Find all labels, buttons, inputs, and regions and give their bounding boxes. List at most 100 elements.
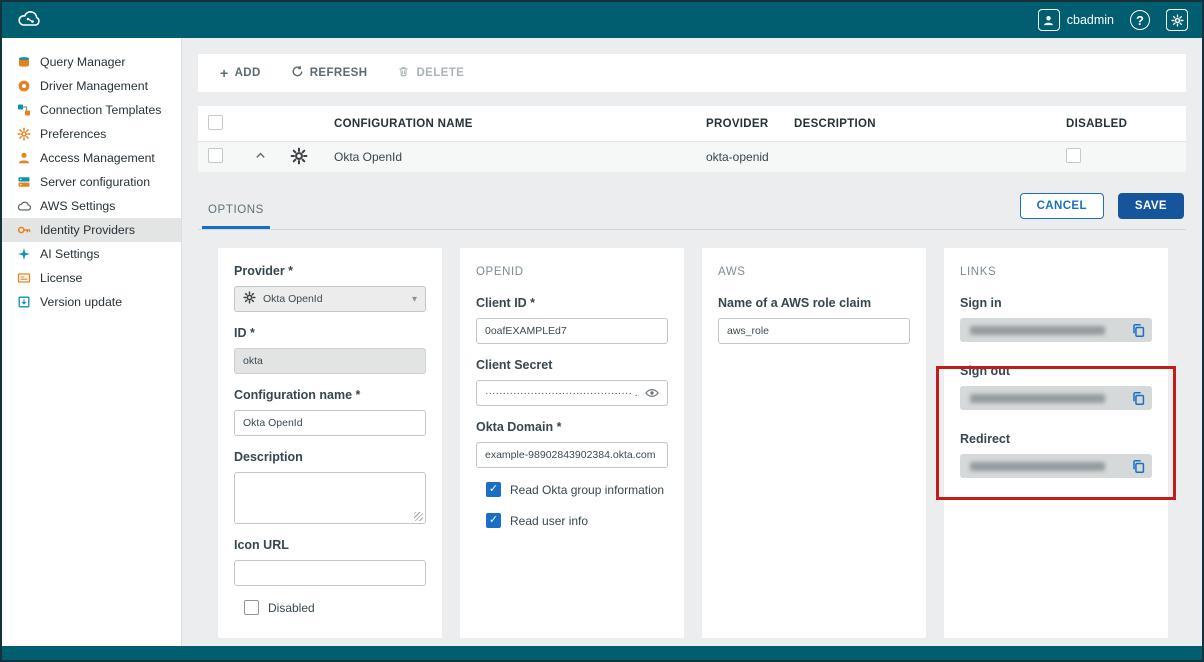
sidebar-item-label: Preferences bbox=[40, 127, 106, 141]
id-label: ID * bbox=[234, 326, 426, 340]
user-menu[interactable]: cbadmin bbox=[1038, 9, 1114, 31]
links-panel-title: LINKS bbox=[960, 266, 1152, 278]
provider-select[interactable]: Okta OpenId ▾ bbox=[234, 286, 426, 312]
client-secret-label: Client Secret bbox=[476, 358, 668, 372]
sidebar-item-query-manager[interactable]: Query Manager bbox=[2, 50, 181, 74]
sidebar-item-label: Query Manager bbox=[40, 55, 125, 69]
key-icon bbox=[16, 223, 31, 238]
username-label: cbadmin bbox=[1067, 13, 1114, 27]
redacted-url-text bbox=[970, 326, 1105, 335]
read-okta-group-checkbox[interactable] bbox=[486, 482, 501, 497]
sidebar-item-version-update[interactable]: Version update bbox=[2, 290, 181, 314]
description-label: Description bbox=[234, 450, 426, 464]
aws-role-claim-field[interactable]: aws_role bbox=[718, 318, 910, 344]
row-checkbox[interactable] bbox=[208, 148, 223, 163]
copy-icon[interactable] bbox=[1131, 459, 1146, 474]
sparkle-icon bbox=[16, 247, 31, 262]
openid-panel-title: OPENID bbox=[476, 266, 668, 278]
help-icon[interactable]: ? bbox=[1130, 10, 1150, 30]
delete-button[interactable]: DELETE bbox=[397, 65, 464, 81]
sidebar-item-connection-templates[interactable]: Connection Templates bbox=[2, 98, 181, 122]
add-button-label: ADD bbox=[235, 67, 261, 79]
sidebar-item-label: Connection Templates bbox=[40, 103, 161, 117]
client-secret-field[interactable]: ········································… bbox=[476, 380, 668, 406]
tab-bar: OPTIONS CANCEL SAVE bbox=[198, 190, 1186, 230]
description-field[interactable] bbox=[234, 472, 426, 524]
person-icon bbox=[16, 151, 31, 166]
refresh-button[interactable]: REFRESH bbox=[291, 65, 368, 81]
sidebar-item-preferences[interactable]: Preferences bbox=[2, 122, 181, 146]
read-user-info-label: Read user info bbox=[510, 514, 588, 528]
redacted-url-text bbox=[970, 462, 1105, 471]
collapse-row-button[interactable] bbox=[254, 149, 290, 165]
column-header-provider: PROVIDER bbox=[706, 118, 794, 130]
configuration-name-label: Configuration name * bbox=[234, 388, 426, 402]
delete-button-label: DELETE bbox=[416, 67, 464, 79]
okta-logo-icon bbox=[243, 291, 256, 307]
row-disabled-checkbox[interactable] bbox=[1066, 148, 1081, 163]
read-user-info-checkbox[interactable] bbox=[486, 513, 501, 528]
options-panels: Provider * Okta OpenId ▾ ID * okta Confi… bbox=[198, 248, 1186, 638]
table-header-row: CONFIGURATION NAME PROVIDER DESCRIPTION … bbox=[198, 106, 1186, 142]
sidebar-item-ai-settings[interactable]: AI Settings bbox=[2, 242, 181, 266]
sidebar-item-access-management[interactable]: Access Management bbox=[2, 146, 181, 170]
okta-domain-field[interactable]: example-98902843902384.okta.com bbox=[476, 442, 668, 468]
toolbar: + ADD REFRESH DELETE bbox=[198, 54, 1186, 92]
copy-icon[interactable] bbox=[1131, 323, 1146, 338]
sidebar-item-label: AWS Settings bbox=[40, 199, 115, 213]
sign-out-url-field bbox=[960, 386, 1152, 410]
plus-icon: + bbox=[220, 65, 229, 81]
bottom-bar bbox=[2, 646, 1202, 660]
aws-role-claim-label: Name of a AWS role claim bbox=[718, 296, 910, 310]
sidebar-item-identity-providers[interactable]: Identity Providers bbox=[2, 218, 181, 242]
icon-url-field[interactable] bbox=[234, 560, 426, 586]
sidebar-item-label: Identity Providers bbox=[40, 223, 135, 237]
eye-icon[interactable] bbox=[645, 386, 659, 400]
cancel-button[interactable]: CANCEL bbox=[1020, 193, 1104, 219]
driver-icon bbox=[16, 79, 31, 94]
main-content: + ADD REFRESH DELETE CONFIGURATION NAME bbox=[182, 38, 1202, 646]
table-row[interactable]: Okta OpenId okta-openid bbox=[198, 142, 1186, 172]
chevron-down-icon: ▾ bbox=[412, 294, 417, 305]
openid-panel: OPENID Client ID * 0oafEXAMPLEd7 Client … bbox=[460, 248, 684, 638]
id-field: okta bbox=[234, 348, 426, 374]
configuration-name-field[interactable]: Okta OpenId bbox=[234, 410, 426, 436]
app-logo-cloud-icon bbox=[16, 8, 46, 33]
links-panel: LINKS Sign in Sign out Redirect bbox=[944, 248, 1168, 638]
settings-icon[interactable] bbox=[1166, 9, 1188, 31]
sign-in-label: Sign in bbox=[960, 296, 1152, 310]
save-button[interactable]: SAVE bbox=[1118, 193, 1184, 219]
redirect-url-field bbox=[960, 454, 1152, 478]
sidebar-item-aws-settings[interactable]: AWS Settings bbox=[2, 194, 181, 218]
connection-icon bbox=[16, 103, 31, 118]
general-panel: Provider * Okta OpenId ▾ ID * okta Confi… bbox=[218, 248, 442, 638]
refresh-button-label: REFRESH bbox=[310, 67, 368, 79]
sidebar-item-server-configuration[interactable]: Server configuration bbox=[2, 170, 181, 194]
select-all-checkbox[interactable] bbox=[208, 115, 223, 130]
client-secret-value: ········································… bbox=[485, 387, 639, 399]
add-button[interactable]: + ADD bbox=[220, 65, 261, 81]
sidebar-item-label: License bbox=[40, 271, 82, 285]
sidebar-item-license[interactable]: License bbox=[2, 266, 181, 290]
disabled-checkbox[interactable] bbox=[244, 600, 259, 615]
column-header-configuration-name: CONFIGURATION NAME bbox=[334, 118, 706, 130]
cloud-icon bbox=[16, 199, 31, 214]
column-header-description: DESCRIPTION bbox=[794, 118, 1066, 130]
aws-panel-title: AWS bbox=[718, 266, 910, 278]
tab-options[interactable]: OPTIONS bbox=[202, 204, 270, 229]
topbar: cbadmin ? bbox=[2, 2, 1202, 38]
okta-logo-icon bbox=[290, 147, 334, 168]
column-header-disabled: DISABLED bbox=[1066, 118, 1186, 130]
license-card-icon bbox=[16, 271, 31, 286]
gear-icon bbox=[16, 127, 31, 142]
chevron-up-icon bbox=[254, 151, 267, 165]
row-provider: okta-openid bbox=[706, 150, 794, 164]
client-id-field[interactable]: 0oafEXAMPLEd7 bbox=[476, 318, 668, 344]
sidebar-item-driver-management[interactable]: Driver Management bbox=[2, 74, 181, 98]
sidebar-item-label: AI Settings bbox=[40, 247, 99, 261]
copy-icon[interactable] bbox=[1131, 391, 1146, 406]
server-icon bbox=[16, 175, 31, 190]
trash-icon bbox=[397, 65, 410, 81]
provider-label: Provider * bbox=[234, 264, 426, 278]
sign-in-url-field bbox=[960, 318, 1152, 342]
